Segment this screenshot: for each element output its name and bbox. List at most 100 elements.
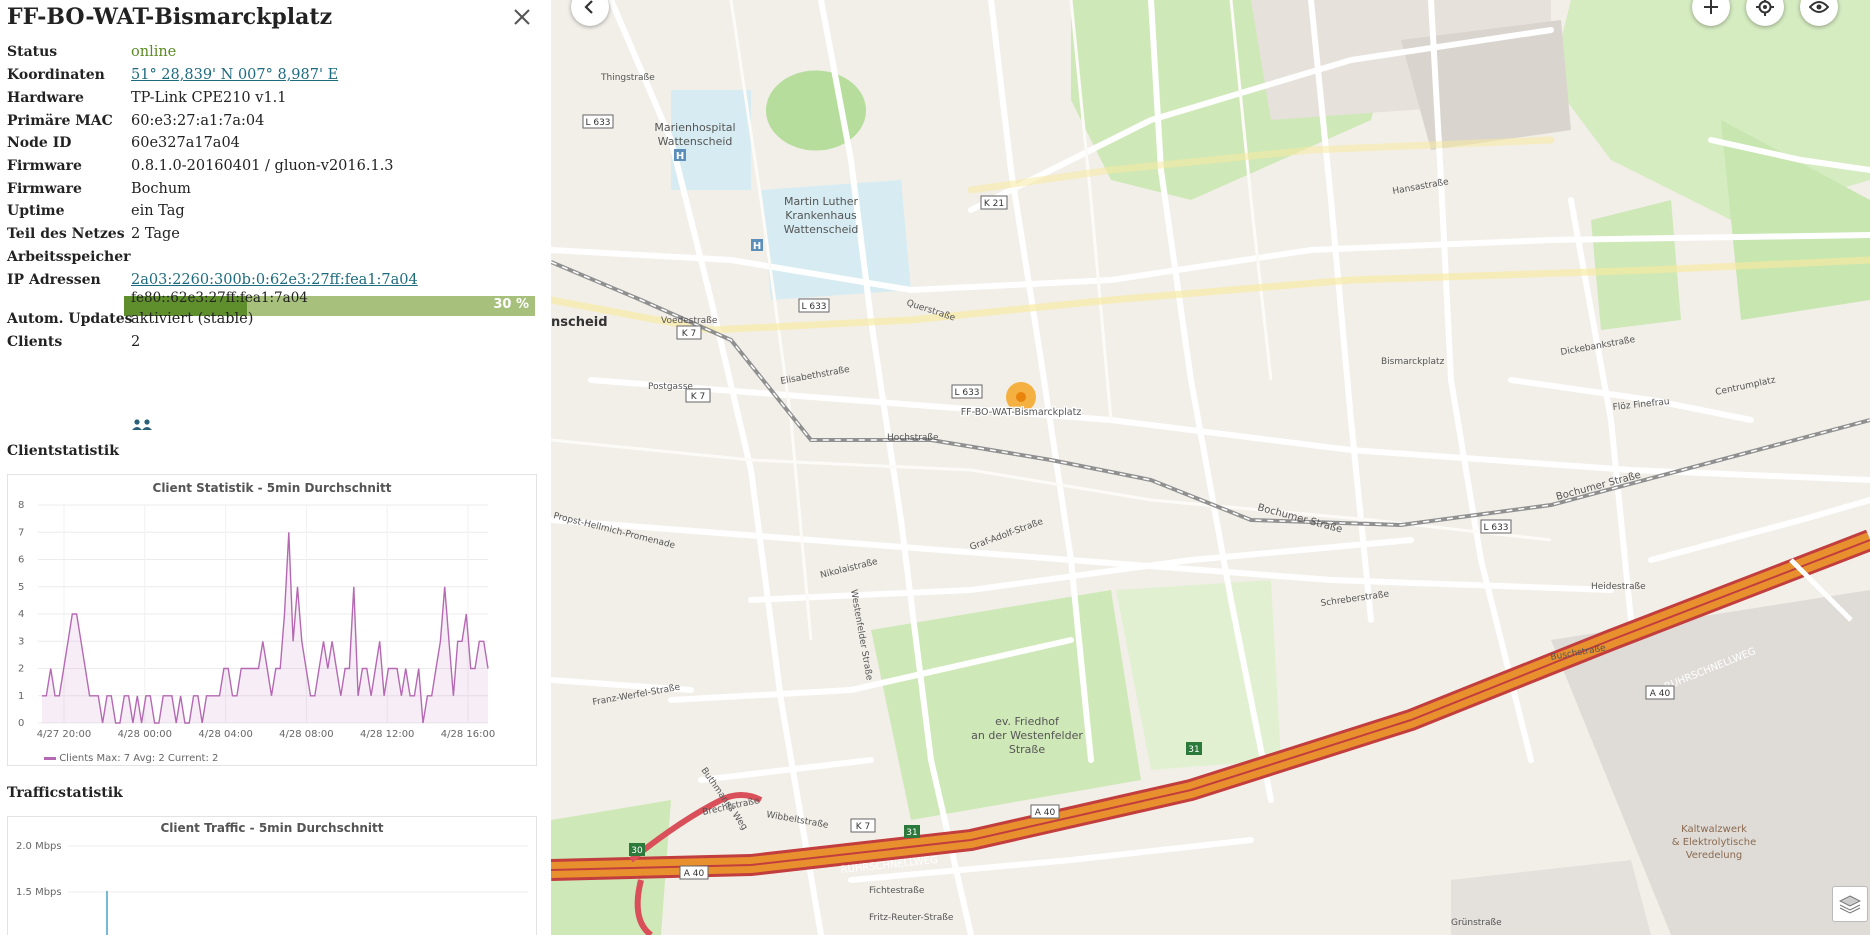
street-fritz-reuter: Fritz-Reuter-Straße (869, 913, 954, 923)
nodeid-label: Node ID (7, 135, 72, 151)
ip-label: IP Adressen (7, 272, 101, 288)
shield-a40-c: A 40 (684, 869, 705, 879)
y-tick-label: 8 (18, 500, 24, 511)
shield-a40-b: A 40 (1035, 808, 1056, 818)
node-marker-label: FF-BO-WAT-Bismarckplatz (961, 407, 1082, 418)
shield-k7-a: K 7 (682, 329, 697, 339)
y-tick-label: 7 (18, 527, 24, 538)
client-chart-plot: 0 1 2 3 4 5 6 7 8 4/27 20:00 4/28 00:00 4/28 04:00 4… (18, 500, 495, 740)
clients-value: 2 (131, 334, 141, 350)
node-title: FF-BO-WAT-Bismarckplatz (7, 4, 333, 30)
map-label-friedhof-1: ev. Friedhof (995, 715, 1060, 728)
map-label-krankenhaus-3: Wattenscheid (784, 223, 859, 236)
mac-value: 60:e3:27:a1:7a:04 (131, 113, 265, 129)
network-value: 2 Tage (131, 226, 180, 242)
site-value: Bochum (131, 181, 191, 197)
y-tick-label: 1.5 Mbps (16, 887, 62, 898)
traffic-chart-plot: 2.0 Mbps 1.5 Mbps (16, 841, 528, 935)
exit-30-a: 30 (631, 846, 643, 856)
map-label-kaltwalzwerk-1: Kaltwalzwerk (1681, 824, 1747, 835)
eye-icon (1809, 1, 1829, 13)
updates-label: Autom. Updates (7, 311, 133, 327)
hardware-value: TP-Link CPE210 v1.1 (131, 90, 287, 106)
firmware-value: 0.8.1.0-20160401 / gluon-v2016.1.3 (131, 158, 394, 174)
map-label-marienhospital-1: Marienhospital (654, 121, 735, 134)
map-label-friedhof-2: an der Westenfelder (971, 729, 1083, 742)
network-label: Teil des Netzes (7, 226, 125, 242)
close-icon[interactable] (510, 5, 534, 29)
node-detail-panel: FF-BO-WAT-Bismarckplatz Status online Ko… (0, 0, 550, 935)
legend-stats: Max: 7 Avg: 2 Current: 2 (96, 753, 219, 764)
street-voedestrasse: Voedestraße (661, 316, 718, 326)
status-value: online (131, 44, 177, 60)
map-label-kaltwalzwerk-2: & Elektrolytische (1672, 837, 1757, 848)
x-tick-label: 4/28 08:00 (279, 729, 333, 740)
traffic-chart: Client Traffic - 5min Durchschnitt 2.0 M… (7, 816, 537, 935)
map-label-krankenhaus-1: Martin Luther (784, 195, 859, 208)
x-tick-label: 4/28 00:00 (118, 729, 172, 740)
hardware-label: Hardware (7, 90, 84, 106)
memory-label: Arbeitsspeicher (7, 249, 131, 265)
y-tick-label: 4 (18, 609, 24, 620)
exit-31-b: 31 (1188, 745, 1199, 755)
shield-l633-a: L 633 (585, 118, 610, 128)
traffic-stats-heading: Trafficstatistik (7, 785, 123, 801)
coords-label: Koordinaten (7, 67, 105, 83)
street-bismarckplatz: Bismarckplatz (1381, 357, 1445, 367)
y-tick-label: 1 (18, 691, 24, 702)
x-tick-label: 4/27 20:00 (37, 729, 91, 740)
svg-text:H: H (753, 241, 761, 252)
y-tick-label: 3 (18, 636, 24, 647)
shield-l633-d: L 633 (1483, 523, 1508, 533)
memory-bar-text: 30 % (493, 297, 529, 312)
uptime-label: Uptime (7, 203, 65, 219)
legend-series-name: Clients (59, 753, 94, 764)
y-tick-label: 5 (18, 582, 24, 593)
exit-31-a: 31 (906, 828, 917, 838)
y-tick-label: 2 (18, 664, 24, 675)
y-tick-label: 0 (18, 718, 24, 729)
plus-icon (1704, 0, 1718, 14)
street-gruenstrasse: Grünstraße (1451, 918, 1502, 928)
shield-a40-a: A 40 (1650, 689, 1671, 699)
site-label: Firmware (7, 181, 82, 197)
shield-k21: K 21 (984, 199, 1004, 209)
firmware-label: Firmware (7, 158, 82, 174)
shield-l633-b: L 633 (801, 302, 826, 312)
street-fichtestrasse: Fichtestraße (869, 886, 925, 896)
client-stats-heading: Clientstatistik (7, 443, 119, 459)
y-tick-label: 6 (18, 555, 24, 566)
ip-link-global[interactable]: 2a03:2260:300b:0:62e3:27ff:fea1:7a04 (131, 271, 418, 289)
updates-value: aktiviert (stable) (131, 311, 254, 327)
map-canvas[interactable]: Marienhospital Wattenscheid Martin Luthe… (551, 0, 1870, 935)
node-marker-center (1016, 392, 1026, 402)
x-tick-label: 4/28 16:00 (441, 729, 495, 740)
users-icon (132, 419, 152, 430)
mac-label: Primäre MAC (7, 113, 113, 129)
client-chart-legend: Clients Max: 7 Avg: 2 Current: 2 (44, 753, 218, 764)
shield-k7-c: K 7 (856, 822, 871, 832)
svg-text:H: H (676, 151, 684, 162)
x-tick-label: 4/28 12:00 (360, 729, 414, 740)
map-label-wattenscheid: nscheid (551, 315, 608, 330)
coords-link[interactable]: 51° 28,839' N 007° 8,987' E (131, 66, 338, 84)
status-label: Status (7, 44, 58, 60)
ip-link-local: fe80::62e3:27ff:fea1:7a04 (131, 290, 308, 306)
client-chart: Client Statistik - 5min Durchschnitt 012… (7, 474, 537, 766)
map-view[interactable]: Marienhospital Wattenscheid Martin Luthe… (551, 0, 1870, 935)
map-label-kaltwalzwerk-3: Veredelung (1686, 850, 1743, 861)
uptime-value: ein Tag (131, 203, 185, 219)
map-label-friedhof-3: Straße (1009, 743, 1045, 756)
legend-swatch (44, 756, 56, 760)
layers-icon (1839, 895, 1861, 914)
street-heidestrasse: Heidestraße (1591, 582, 1646, 592)
layers-button[interactable] (1832, 886, 1868, 922)
map-label-marienhospital-2: Wattenscheid (658, 135, 733, 148)
locate-icon (1756, 0, 1774, 16)
x-tick-label: 4/28 04:00 (198, 729, 252, 740)
map-label-krankenhaus-2: Krankenhaus (785, 209, 857, 222)
clients-label: Clients (7, 334, 63, 350)
shield-k7-b: K 7 (691, 392, 706, 402)
street-thingstrasse: Thingstraße (600, 73, 655, 83)
street-hochstrasse: Hochstraße (887, 433, 939, 443)
